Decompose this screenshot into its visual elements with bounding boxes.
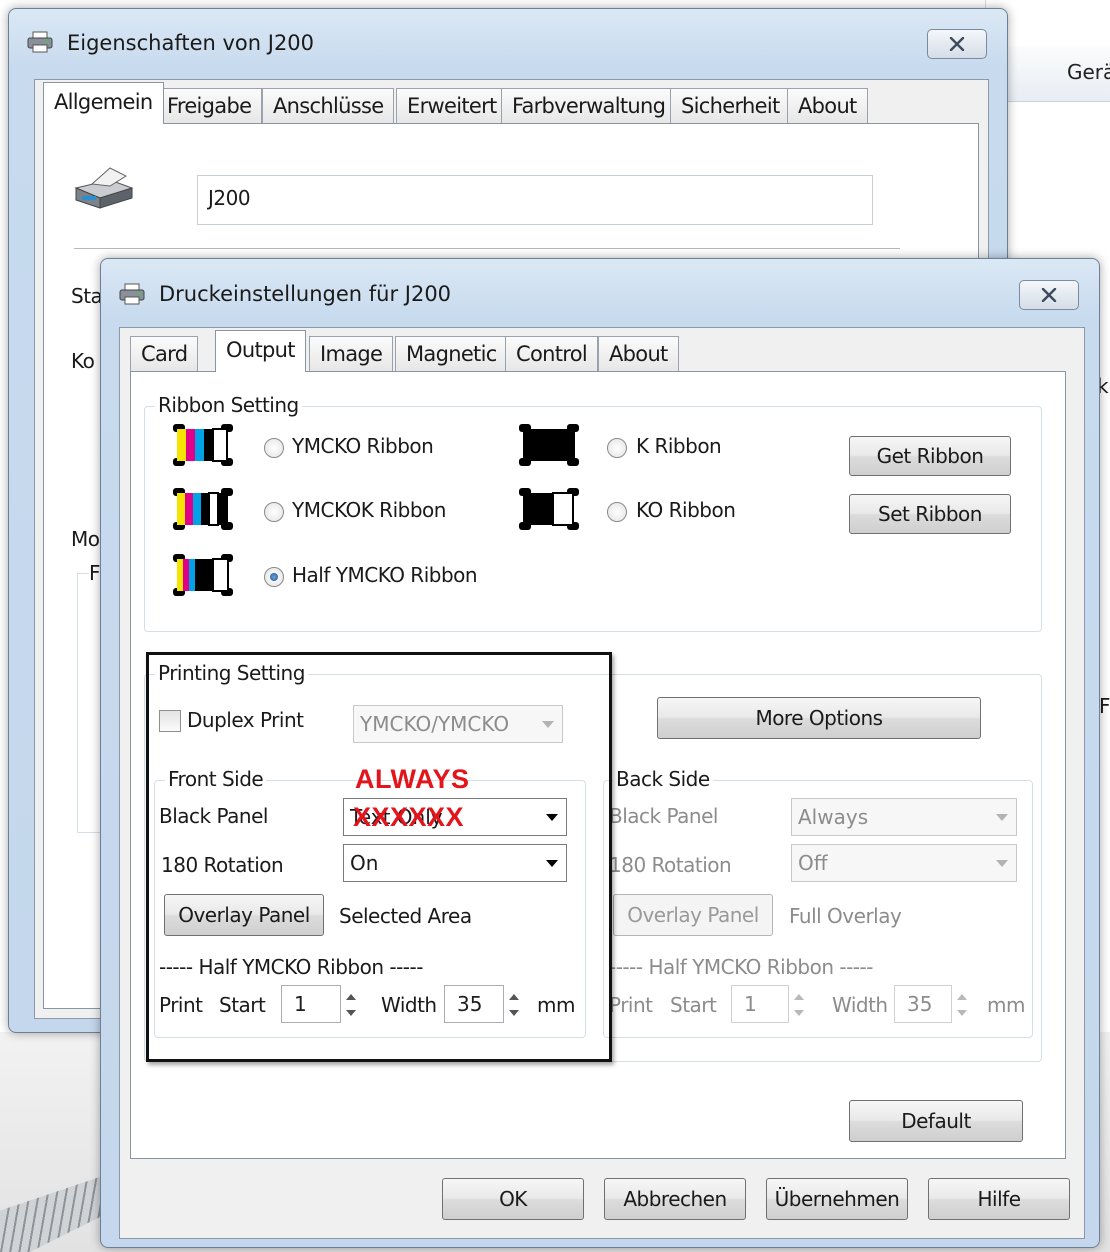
back-print-label: Print [609,993,653,1017]
printer-name-value: J200 [208,186,251,210]
cancel-button[interactable]: Abbrechen [604,1178,746,1220]
printer-large-icon [74,167,134,209]
tab-about[interactable]: About [787,88,868,124]
back-width-label: Width [832,993,888,1017]
background-partial-f: F [1099,694,1110,718]
back-unit-label: mm [987,993,1025,1017]
back-rotation-label: 180 Rotation [609,853,732,877]
tab-anschluesse[interactable]: Anschlüsse [262,88,395,124]
ymcko-ribbon-label: YMCKO Ribbon [292,434,434,458]
tab-output[interactable]: Output [215,330,306,372]
back-black-panel-label: Black Panel [609,804,718,828]
ymcko-ribbon-radio[interactable] [264,438,284,458]
printer-name-field[interactable]: J200 [197,175,873,225]
back-black-panel-select[interactable]: Always [791,798,1017,836]
back-black-panel-value: Always [798,805,869,829]
spinner-arrows-icon[interactable] [790,986,810,1024]
back-start-label: Start [670,993,717,1017]
close-icon [949,37,965,51]
tab-card[interactable]: Card [130,336,199,372]
back-start-spinner[interactable]: 1 [731,985,804,1023]
tab-control[interactable]: Control [505,336,599,372]
tab-image[interactable]: Image [309,336,394,372]
status-label-partial: Sta [71,284,103,308]
window-title: Druckeinstellungen für J200 [159,282,452,306]
back-width-spinner[interactable]: 35 [894,985,967,1023]
back-overlay-panel-button[interactable]: Overlay Panel [613,894,773,936]
half-ymcko-ribbon-icon [173,554,233,596]
default-button[interactable]: Default [849,1100,1023,1142]
ko-ribbon-icon [519,488,579,530]
ymckok-ribbon-icon [173,488,233,530]
separator [74,248,900,249]
ko-ribbon-radio[interactable] [607,502,627,522]
features-label-partial: F [89,561,101,585]
ymckok-ribbon-label: YMCKOK Ribbon [292,498,446,522]
back-rotation-value: Off [798,851,828,875]
k-ribbon-radio[interactable] [607,438,627,458]
back-half-ribbon-header: ----- Half YMCKO Ribbon ----- [609,955,873,979]
printer-icon [119,283,145,305]
half-ymcko-ribbon-label: Half YMCKO Ribbon [292,563,478,587]
close-button[interactable] [927,29,987,59]
help-button[interactable]: Hilfe [928,1178,1070,1220]
comment-label-partial: Ko [71,349,95,373]
background-window-label: Gerä [1067,60,1110,84]
tab-sicherheit[interactable]: Sicherheit [670,88,791,124]
ko-ribbon-label: KO Ribbon [636,498,736,522]
ok-button[interactable]: OK [442,1178,584,1220]
back-overlay-value: Full Overlay [789,904,902,928]
close-button[interactable] [1019,280,1079,310]
back-rotation-select[interactable]: Off [791,844,1017,882]
chevron-down-icon [996,860,1008,867]
k-ribbon-icon [519,424,579,466]
spinner-arrows-icon[interactable] [953,986,973,1024]
printer-icon [27,31,53,53]
back-start-value: 1 [744,992,757,1016]
more-options-button[interactable]: More Options [657,697,981,739]
apply-button[interactable]: Übernehmen [766,1178,908,1220]
ymcko-ribbon-icon [173,424,233,466]
ribbon-setting-label: Ribbon Setting [155,393,302,417]
window-title: Eigenschaften von J200 [67,31,315,55]
tab-erweitert[interactable]: Erweitert [396,88,508,124]
get-ribbon-button[interactable]: Get Ribbon [849,436,1011,476]
back-side-label: Back Side [613,767,713,791]
annotation-xxxxxx: XXXXXX [353,802,465,832]
highlight-box [146,652,612,1062]
tab-allgemein[interactable]: Allgemein [43,82,164,124]
set-ribbon-button[interactable]: Set Ribbon [849,494,1011,534]
half-ymcko-ribbon-radio[interactable] [264,567,284,587]
close-icon [1041,288,1057,302]
k-ribbon-label: K Ribbon [636,434,722,458]
back-width-value: 35 [907,992,933,1016]
tab-magnetic[interactable]: Magnetic [395,336,508,372]
model-label-partial: Mo [71,527,100,551]
annotation-always: ALWAYS [355,764,470,794]
tab-farbverwaltung[interactable]: Farbverwaltung [501,88,677,124]
tab-freigabe[interactable]: Freigabe [156,88,263,124]
ymckok-ribbon-radio[interactable] [264,502,284,522]
chevron-down-icon [996,814,1008,821]
tab-about[interactable]: About [598,336,679,372]
